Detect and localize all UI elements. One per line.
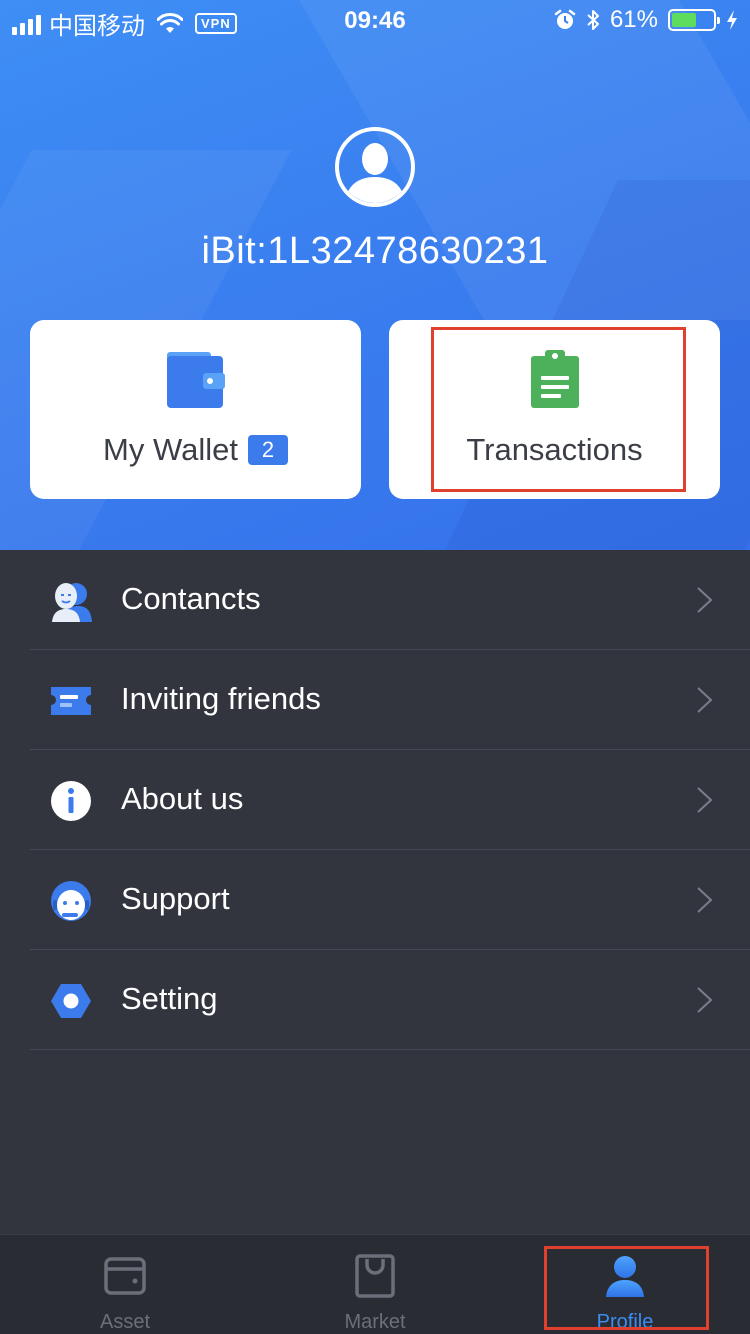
contacts-icon	[52, 583, 92, 622]
menu-item-label: Inviting friends	[121, 681, 321, 716]
wallet-count-badge: 2	[247, 435, 288, 465]
ticket-icon	[51, 687, 91, 715]
chevron-right-icon	[697, 587, 713, 613]
menu-item-support[interactable]: Support	[0, 850, 750, 950]
avatar[interactable]	[335, 127, 415, 207]
menu-item-setting[interactable]: Setting	[0, 950, 750, 1050]
chevron-right-icon	[697, 887, 713, 913]
info-icon	[51, 781, 91, 821]
transactions-highlight-box	[431, 327, 686, 492]
menu-item-label: Contancts	[121, 581, 261, 616]
menu-item-contacts[interactable]: Contancts	[0, 550, 750, 650]
bluetooth-icon	[587, 10, 599, 30]
wallet-icon	[166, 352, 225, 408]
menu-item-label: Setting	[121, 981, 218, 1016]
tab-label: Asset	[99, 1311, 151, 1333]
divider	[30, 1049, 750, 1050]
menu-item-label: Support	[121, 881, 230, 916]
profile-tab-highlight-box	[544, 1246, 709, 1330]
tab-market[interactable]: Market	[250, 1235, 500, 1334]
battery-icon	[668, 9, 720, 31]
battery-percentage: 61%	[609, 6, 658, 33]
profile-menu: Contancts Inviting friends About us Supp…	[0, 550, 750, 1050]
tab-label: Market	[344, 1311, 406, 1333]
alarm-icon	[554, 9, 576, 29]
chevron-right-icon	[697, 787, 713, 813]
user-id: iBit:1L32478630231	[201, 230, 549, 272]
menu-item-about-us[interactable]: About us	[0, 750, 750, 850]
headset-icon	[51, 881, 91, 921]
menu-item-inviting-friends[interactable]: Inviting friends	[0, 650, 750, 750]
chevron-right-icon	[697, 687, 713, 713]
user-silhouette-icon	[345, 143, 405, 203]
menu-item-label: About us	[121, 781, 244, 816]
my-wallet-label: My Wallet	[103, 432, 238, 467]
chevron-right-icon	[697, 987, 713, 1013]
my-wallet-card[interactable]: My Wallet 2	[30, 320, 361, 499]
status-bar: 中国移动 VPN 09:46 61%	[0, 0, 750, 40]
tab-asset[interactable]: Asset	[0, 1235, 250, 1334]
settings-hexagon-icon	[51, 984, 91, 1018]
shopping-bag-icon	[355, 1254, 395, 1298]
wallet-outline-icon	[104, 1257, 146, 1295]
charging-icon	[727, 10, 737, 30]
